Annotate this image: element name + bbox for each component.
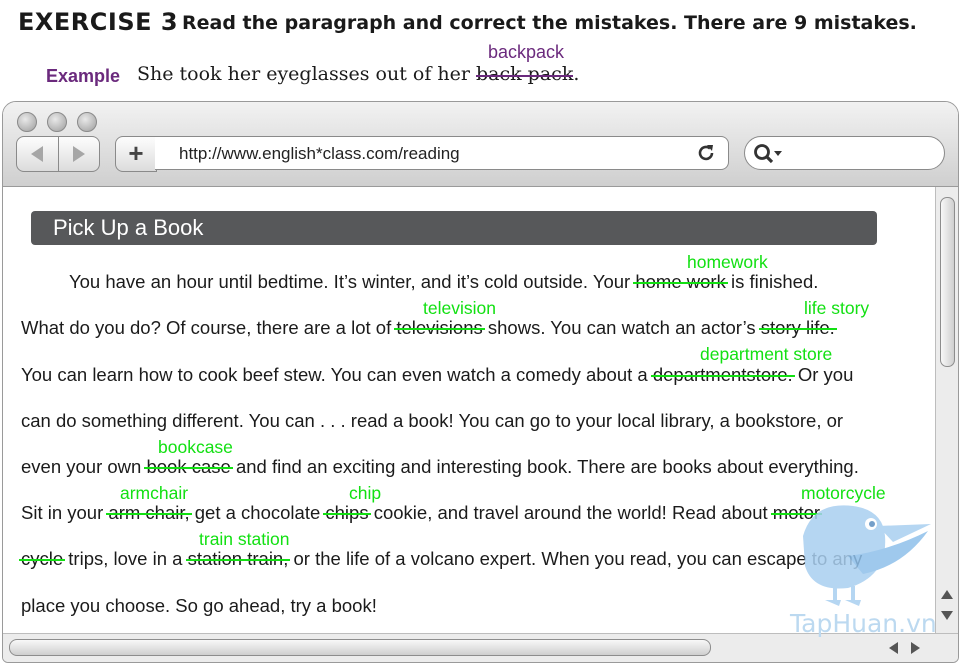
correction-train-station: train station: [199, 529, 290, 549]
search-field[interactable]: [744, 136, 945, 170]
correction-chip: chip: [349, 483, 382, 503]
exercise-instruction: Read the paragraph and correct the mista…: [182, 12, 917, 34]
scroll-down-icon[interactable]: [941, 611, 953, 620]
paragraph-line-8: place you choose. So go ahead, try a boo…: [21, 595, 377, 616]
watermark-text: TapHuan.vn: [790, 609, 937, 638]
paragraph-line-6: Sit in your arm chair, get a chocolate c…: [21, 502, 821, 523]
example-end: .: [573, 63, 580, 85]
example-text: She took her eyeglasses out of her: [137, 63, 476, 85]
correction-armchair: armchair: [120, 483, 189, 503]
minimize-window-button[interactable]: [47, 112, 67, 132]
paragraph-line-4: can do something different. You can . . …: [21, 410, 844, 431]
scroll-up-icon[interactable]: [941, 590, 953, 599]
example-label: Example: [46, 66, 121, 86]
paragraph-line-2: What do you do? Of course, there are a l…: [21, 317, 835, 338]
correction-television: television: [423, 298, 496, 318]
mistake-chips: chips: [325, 502, 369, 523]
navigation-buttons: [16, 136, 100, 172]
forward-button[interactable]: [57, 137, 100, 171]
example-correction: backpack: [488, 42, 565, 62]
horizontal-scroll-thumb[interactable]: [9, 639, 711, 656]
mistake-arm-chair: arm chair,: [108, 502, 190, 523]
paragraph-line-7: cycle trips, love in a station train, or…: [21, 548, 863, 569]
mistake-cycle: cycle: [21, 548, 64, 569]
vertical-scrollbar[interactable]: [935, 187, 958, 633]
close-window-button[interactable]: [17, 112, 37, 132]
back-button[interactable]: [17, 137, 58, 171]
mistake-book-case: book case: [146, 456, 231, 477]
correction-life-story: life story: [804, 298, 870, 318]
search-icon: [754, 144, 782, 164]
mistake-story-life: story life.: [760, 317, 835, 338]
example-sentence: She took her eyeglasses out of her back …: [137, 63, 579, 85]
browser-toolbar: + http://www.english*class.com/reading: [3, 102, 958, 187]
correction-department-store: department store: [700, 344, 833, 364]
correction-homework: homework: [687, 252, 768, 272]
scroll-right-icon[interactable]: [911, 642, 920, 654]
add-tab-button[interactable]: +: [115, 136, 157, 172]
mistake-departmentstore: departmentstore.: [652, 364, 793, 385]
paragraph-line-5: even your own book case and find an exci…: [21, 456, 859, 477]
exercise-title: EXERCISE 3: [18, 8, 179, 36]
correction-bookcase: bookcase: [158, 437, 233, 457]
back-arrow-icon: [31, 146, 44, 162]
reload-icon[interactable]: [694, 141, 718, 165]
url-text: http://www.english*class.com/reading: [179, 144, 460, 163]
address-bar[interactable]: http://www.english*class.com/reading: [155, 136, 729, 170]
article-heading: Pick Up a Book: [31, 211, 877, 245]
vertical-scroll-thumb[interactable]: [940, 197, 955, 367]
mistake-station-train: station train,: [187, 548, 289, 569]
bird-logo-icon: [803, 505, 931, 606]
zoom-window-button[interactable]: [77, 112, 97, 132]
paragraph-line-3: You can learn how to cook beef stew. You…: [21, 364, 854, 385]
paragraph-line-1: You have an hour until bedtime. It’s win…: [69, 271, 819, 292]
scroll-left-icon[interactable]: [889, 642, 898, 654]
mistake-televisions: televisions: [396, 317, 483, 338]
forward-arrow-icon: [72, 146, 85, 162]
example-mistake: back pack: [476, 63, 574, 85]
plus-icon: +: [128, 138, 144, 168]
mistake-home-work: home work: [635, 271, 726, 292]
